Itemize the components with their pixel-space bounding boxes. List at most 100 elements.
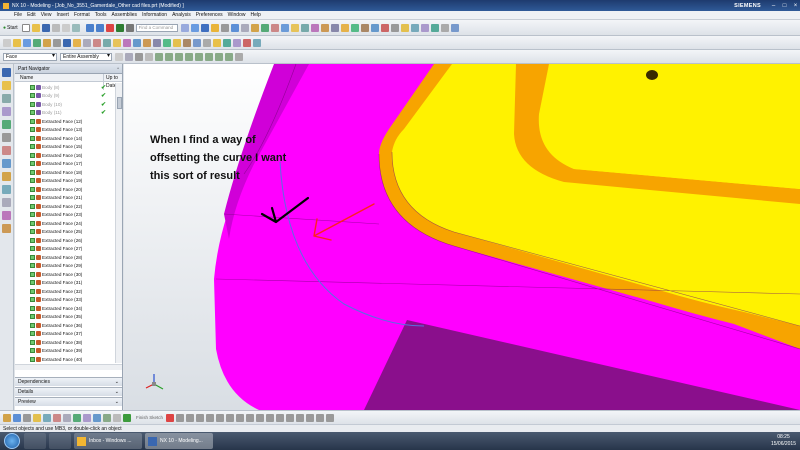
view-layout-icon[interactable] [23, 413, 31, 422]
visibility-checkbox[interactable] [30, 135, 35, 141]
history-icon[interactable] [2, 146, 11, 155]
navigator-row[interactable]: Extracted Face (17) [15, 160, 115, 169]
rib-icon[interactable] [193, 38, 201, 47]
sketch-circle-icon[interactable] [196, 413, 205, 422]
extrude-icon[interactable] [310, 23, 319, 32]
unite-icon[interactable] [370, 23, 379, 32]
type-filter-select[interactable]: Face [3, 52, 57, 61]
navigator-row[interactable]: Extracted Face (36) [15, 321, 115, 330]
visibility-checkbox[interactable] [30, 101, 35, 107]
groove-icon[interactable] [213, 38, 221, 47]
navigator-row[interactable]: Extracted Face (14) [15, 134, 115, 143]
visibility-checkbox[interactable] [30, 212, 35, 218]
move-object-icon[interactable] [73, 413, 81, 422]
visibility-checkbox[interactable] [30, 152, 35, 158]
shell-icon[interactable] [153, 38, 161, 47]
trim-body-icon[interactable] [350, 23, 359, 32]
zoom-icon[interactable] [190, 23, 199, 32]
visibility-checkbox[interactable] [30, 356, 35, 362]
navigator-row[interactable]: Extracted Face (21) [15, 194, 115, 203]
sketch-mirror-icon[interactable] [266, 413, 275, 422]
curve-icon[interactable] [420, 23, 429, 32]
measure-icon[interactable] [280, 23, 289, 32]
navigator-row[interactable]: Extracted Face (22) [15, 202, 115, 211]
start-button[interactable]: ● Start [3, 25, 18, 31]
sew-icon[interactable] [360, 23, 369, 32]
paste-icon[interactable] [71, 23, 80, 32]
navigator-row[interactable]: Extracted Face (18) [15, 168, 115, 177]
pocket-icon[interactable] [183, 38, 191, 47]
sketch-rectangle-icon[interactable] [216, 413, 225, 422]
object-display-icon[interactable] [83, 413, 91, 422]
reset-filter-icon[interactable] [125, 52, 133, 61]
offset-curve-icon[interactable] [430, 23, 439, 32]
visibility-checkbox[interactable] [30, 339, 35, 345]
sketch-fillet-icon[interactable] [206, 413, 215, 422]
sketch-constraint-icon[interactable] [326, 413, 335, 422]
navigator-row[interactable]: Extracted Face (30) [15, 270, 115, 279]
sketch-line-icon[interactable] [176, 413, 185, 422]
visibility-checkbox[interactable] [30, 229, 35, 235]
sketch-profile-icon[interactable] [166, 413, 175, 422]
analysis-icon[interactable] [270, 23, 279, 32]
sketch-polygon-icon[interactable] [226, 413, 235, 422]
intersect-icon[interactable] [390, 23, 399, 32]
reuse-library-icon[interactable] [2, 107, 11, 116]
hole-icon[interactable] [163, 38, 171, 47]
outlook-icon[interactable] [49, 433, 71, 449]
cut-icon[interactable] [51, 23, 60, 32]
sketch-select-icon[interactable] [113, 413, 121, 422]
pane-dependencies[interactable]: Dependencies ⌄ [15, 377, 122, 386]
boss-icon[interactable] [173, 38, 181, 47]
manufacturing-wizard-icon[interactable] [2, 211, 11, 220]
pane-preview[interactable]: Preview ⌄ [15, 397, 122, 406]
web-browser-icon[interactable] [2, 133, 11, 142]
visibility-checkbox[interactable] [30, 127, 35, 133]
arc-icon[interactable] [43, 38, 51, 47]
sketch-trim-icon[interactable] [276, 413, 285, 422]
bounded-plane-icon[interactable] [93, 38, 101, 47]
sketch-spline-icon[interactable] [236, 413, 245, 422]
navigator-row[interactable]: Extracted Face (12) [15, 117, 115, 126]
select-all-icon[interactable] [135, 52, 143, 61]
navigator-row[interactable]: Extracted Face (20) [15, 185, 115, 194]
thread-icon[interactable] [223, 38, 231, 47]
navigator-row[interactable]: Extracted Face (26) [15, 236, 115, 245]
work-layer-icon[interactable] [33, 413, 41, 422]
shaded-view-icon[interactable] [210, 23, 219, 32]
navigator-row[interactable]: Extracted Face (33) [15, 296, 115, 305]
view-icon[interactable] [3, 38, 11, 47]
navigator-row[interactable]: Extracted Face (23) [15, 211, 115, 220]
taskbar-app-nx[interactable]: NX 10 - Modeling... [145, 433, 213, 449]
visibility-checkbox[interactable] [30, 305, 35, 311]
visibility-checkbox[interactable] [30, 195, 35, 201]
navigator-row[interactable]: Extracted Face (38) [15, 338, 115, 347]
snap-end-icon[interactable] [155, 52, 163, 61]
process-studio-icon[interactable] [2, 159, 11, 168]
chamfer-icon[interactable] [330, 23, 339, 32]
visibility-checkbox[interactable] [30, 348, 35, 354]
feature-icon[interactable] [290, 23, 299, 32]
visibility-checkbox[interactable] [30, 178, 35, 184]
sketch-icon[interactable] [300, 23, 309, 32]
menu-file[interactable]: File [14, 12, 22, 18]
visibility-checkbox[interactable] [30, 314, 35, 320]
color-icon[interactable] [93, 413, 101, 422]
visibility-checkbox[interactable] [30, 237, 35, 243]
delete-icon[interactable] [105, 23, 114, 32]
visibility-checkbox[interactable] [30, 280, 35, 286]
through-curves-icon[interactable] [73, 38, 81, 47]
scrollbar-thumb[interactable] [117, 97, 122, 109]
scale-icon[interactable] [233, 38, 241, 47]
system-scene-icon[interactable] [2, 185, 11, 194]
wrap-icon[interactable] [243, 38, 251, 47]
menu-preferences[interactable]: Preferences [196, 12, 223, 18]
visibility-checkbox[interactable] [30, 84, 35, 90]
layer-icon[interactable] [260, 23, 269, 32]
visibility-checkbox[interactable] [30, 186, 35, 192]
section-view-icon[interactable] [240, 23, 249, 32]
sketch-tools-icon[interactable] [103, 413, 111, 422]
deselect-icon[interactable] [145, 52, 153, 61]
snap-on-curve-icon[interactable] [215, 52, 223, 61]
navigator-row[interactable]: Extracted Face (34) [15, 304, 115, 313]
